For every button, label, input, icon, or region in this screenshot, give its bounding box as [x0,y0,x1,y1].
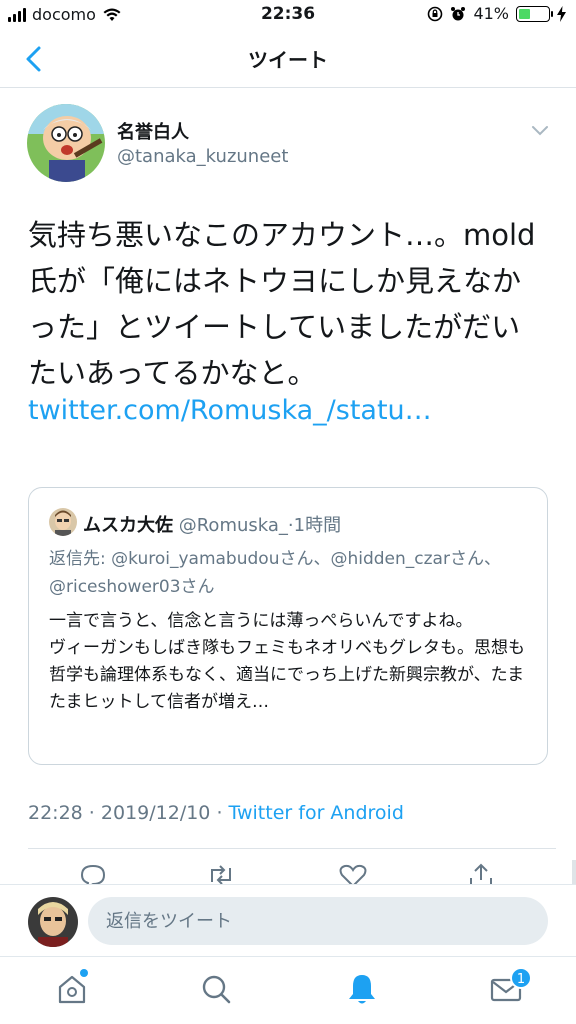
tweet-actions [0,856,576,886]
tweet-text: 気持ち悪いなこのアカウント…。mold氏が「俺にはネトウヨにしか見えなかった」と… [28,218,536,390]
quoted-header: ムスカ大佐 @Romuska_·1時間 [83,511,341,537]
reply-bar [0,884,576,956]
quoted-handle: @Romuska_ [178,515,288,536]
scroll-indicator [572,860,576,884]
tweet-source[interactable]: Twitter for Android [229,802,404,824]
tweet-link[interactable]: twitter.com/Romuska_/statu… [28,395,432,426]
like-icon[interactable] [338,862,368,886]
share-icon[interactable] [466,862,496,886]
tweet-date: 2019/12/10 [100,802,211,824]
alarm-icon [451,6,466,20]
messages-badge: 1 [510,967,532,989]
reply-prefix: 返信先: [49,549,112,569]
user-avatar[interactable] [28,897,78,947]
divider [28,848,556,849]
quoted-reply-to: 返信先: @kuroi_yamabudouさん、@hidden_czarさん、@… [49,545,539,601]
quoted-name: ムスカ大佐 [83,515,173,536]
reply-mentions: @kuroi_yamabudouさん、@hidden_czarさん、@rices… [49,549,501,597]
retweet-icon[interactable] [206,862,236,886]
orientation-lock-icon [428,6,443,21]
notifications-icon[interactable] [344,971,380,1007]
search-icon[interactable] [198,971,234,1007]
tab-bar: 1 [0,956,576,1024]
author-handle[interactable]: @tanaka_kuzuneet [117,146,288,167]
tweet-time: 22:28 [28,802,83,824]
reply-input[interactable] [88,897,548,945]
status-right: 41% [427,4,566,23]
author-avatar[interactable] [27,104,105,182]
page-title: ツイート [248,48,328,72]
status-bar: docomo 22:36 41% [0,0,576,30]
reply-icon[interactable] [78,862,108,886]
nav-header: ツイート [0,30,576,88]
quoted-tweet[interactable]: ムスカ大佐 @Romuska_·1時間 返信先: @kuroi_yamabudo… [28,487,548,765]
author-name[interactable]: 名誉白人 [117,118,189,144]
quoted-text: 一言で言うと、信念と言うには薄っぺらいんですよね。 ヴィーガンもしばき隊もフェミ… [49,611,525,712]
battery-percent: 41% [473,4,509,23]
home-unread-dot [80,969,88,977]
quoted-avatar [49,508,77,536]
chevron-down-icon[interactable] [530,124,550,138]
battery-icon [516,5,553,22]
tweet-meta: 22:28 · 2019/12/10 · Twitter for Android [28,802,404,824]
quoted-time: 1時間 [293,515,342,536]
charging-icon [557,5,566,22]
